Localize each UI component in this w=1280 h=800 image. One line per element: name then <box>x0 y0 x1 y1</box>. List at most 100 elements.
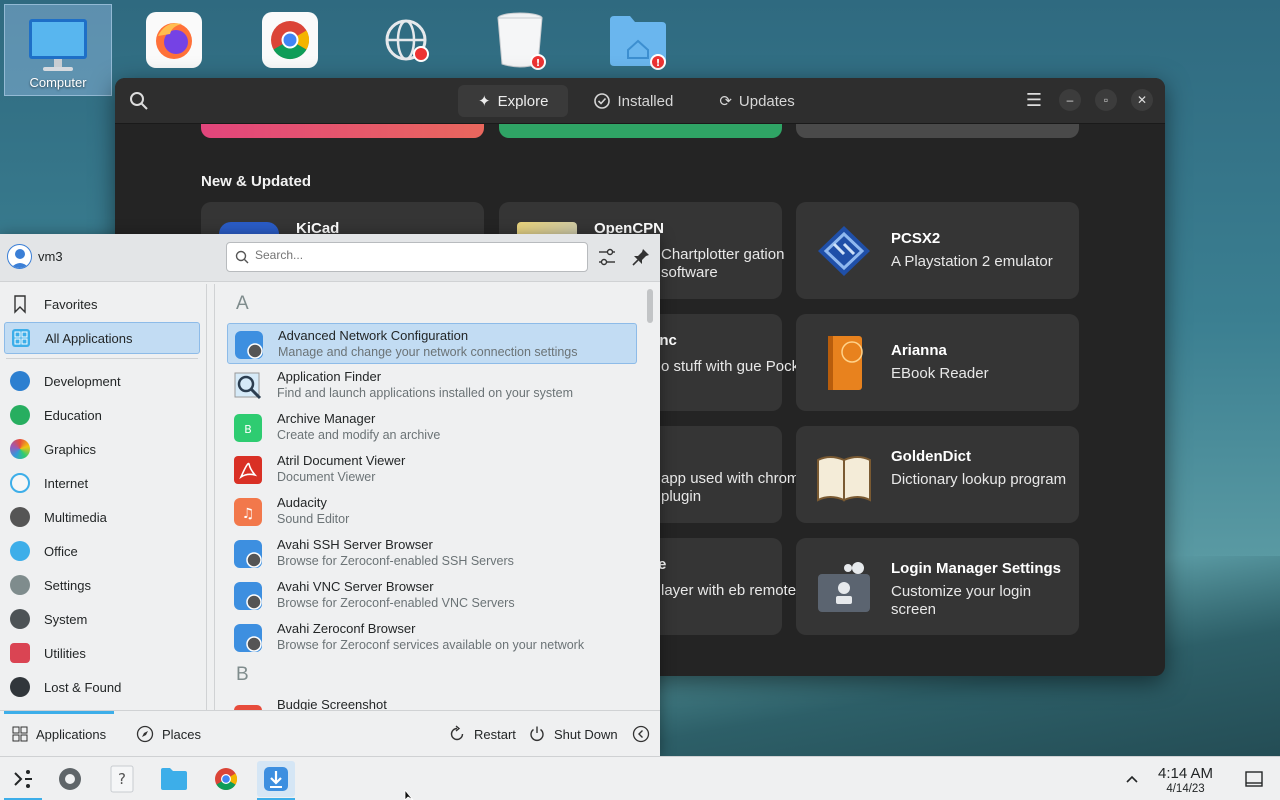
firefox-icon <box>146 12 202 68</box>
list-item-application-finder[interactable]: Application Finder Find and launch appli… <box>227 365 637 406</box>
audacity-icon: ♫ <box>234 498 262 526</box>
list-item-avahi-zeroconf[interactable]: Avahi Zeroconf Browser Browse for Zeroco… <box>227 617 637 658</box>
category-graphics[interactable]: Graphics <box>4 433 200 465</box>
grid-icon <box>12 329 30 347</box>
app-desc: Browse for Zeroconf-enabled SSH Servers <box>277 554 514 568</box>
category-system[interactable]: System <box>4 603 200 635</box>
taskbar-file-manager[interactable] <box>155 761 193 797</box>
category-label: Favorites <box>44 296 98 312</box>
app-name: Advanced Network Configuration <box>278 328 469 343</box>
category-education[interactable]: Education <box>4 399 200 431</box>
featured-banner[interactable] <box>499 124 782 138</box>
chrome-icon <box>262 12 318 68</box>
application-list: A Advanced Network Configuration Manage … <box>222 283 642 710</box>
launcher-header: vm3 <box>0 234 660 282</box>
svg-text:?: ? <box>118 770 126 788</box>
pcsx2-icon <box>818 226 870 276</box>
featured-banner[interactable] <box>796 124 1079 138</box>
arianna-icon <box>828 336 863 390</box>
category-label: Development <box>44 373 121 389</box>
app-card-goldendict[interactable]: GoldenDict Dictionary lookup program <box>796 426 1079 523</box>
application-launcher-button[interactable] <box>4 761 42 800</box>
list-item-archive-manager[interactable]: B Archive Manager Create and modify an a… <box>227 407 637 448</box>
pin-icon[interactable] <box>630 246 652 268</box>
search-icon[interactable] <box>129 91 149 111</box>
home-folder-icon: ! <box>610 16 666 70</box>
list-item-audacity[interactable]: ♫ Audacity Sound Editor <box>227 491 637 532</box>
restart-button[interactable]: Restart <box>448 711 516 757</box>
tab-installed[interactable]: Installed <box>574 85 693 117</box>
digital-clock[interactable]: 4:14 AM 4/14/23 <box>1158 765 1213 795</box>
app-name: Atril Document Viewer <box>277 453 406 468</box>
app-card-pcsx2[interactable]: PCSX2 A Playstation 2 emulator <box>796 202 1079 299</box>
app-name: Budgie Screenshot <box>277 697 387 710</box>
section-title: New & Updated <box>201 173 312 190</box>
computer-icon <box>29 19 87 71</box>
category-label: Internet <box>44 475 89 491</box>
app-card-login-manager[interactable]: Login Manager Settings Customize your lo… <box>796 538 1079 635</box>
scrollbar[interactable] <box>647 289 653 323</box>
app-desc: Create and modify an archive <box>277 428 441 442</box>
shutdown-button[interactable]: Shut Down <box>528 711 618 757</box>
category-favorites[interactable]: Favorites <box>4 288 200 320</box>
chrome-icon <box>215 768 237 790</box>
app-desc: Manage and change your network connectio… <box>278 345 578 359</box>
tab-updates[interactable]: ⟳ Updates <box>699 85 814 117</box>
list-item-budgie-screenshot[interactable]: Budgie Screenshot <box>227 693 637 710</box>
category-label: Multimedia <box>44 509 107 525</box>
category-multimedia[interactable]: Multimedia <box>4 501 200 533</box>
category-settings[interactable]: Settings <box>4 569 200 601</box>
minimize-button[interactable]: – <box>1059 89 1081 111</box>
app-name: Avahi SSH Server Browser <box>277 537 433 552</box>
featured-banner[interactable] <box>201 124 484 138</box>
app-name: Archive Manager <box>277 411 376 426</box>
category-lost-found[interactable]: Lost & Found <box>4 671 200 703</box>
goldendict-icon <box>817 456 871 502</box>
system-icon <box>10 609 30 629</box>
tab-label: Places <box>162 726 202 742</box>
divider <box>6 358 198 359</box>
app-finder-icon <box>234 372 262 400</box>
app-name: Avahi Zeroconf Browser <box>277 621 416 636</box>
category-list: Favorites All Applications Development E… <box>0 283 204 710</box>
app-card-desc: Customize your login screen <box>891 583 1032 618</box>
tab-applications[interactable]: Applications <box>4 711 115 757</box>
avatar[interactable] <box>7 244 32 269</box>
app-card-name: GoldenDict <box>891 448 972 465</box>
tab-explore[interactable]: ✦ Explore <box>458 85 569 117</box>
taskbar-chrome[interactable] <box>207 761 245 797</box>
taskbar-software-center[interactable] <box>257 761 295 800</box>
category-all-applications[interactable]: All Applications <box>4 322 200 354</box>
menu-icon[interactable]: ☰ <box>1023 89 1045 111</box>
maximize-button[interactable]: ▫ <box>1095 89 1117 111</box>
taskbar-system-settings[interactable] <box>51 761 89 797</box>
chevron-up-icon[interactable] <box>1124 771 1140 787</box>
section-letter: B <box>236 664 249 685</box>
search-field[interactable] <box>226 242 588 272</box>
close-button[interactable]: ✕ <box>1131 89 1153 111</box>
tab-label: Installed <box>617 92 674 110</box>
category-label: Graphics <box>44 441 97 457</box>
list-item-avahi-ssh[interactable]: Avahi SSH Server Browser Browse for Zero… <box>227 533 637 574</box>
grid-icon <box>12 726 28 742</box>
desktop-icon-computer[interactable]: Computer <box>4 4 112 96</box>
check-icon <box>594 93 611 109</box>
list-item-avahi-vnc[interactable]: Avahi VNC Server Browser Browse for Zero… <box>227 575 637 616</box>
search-input[interactable] <box>255 248 575 262</box>
taskbar-help[interactable]: ? <box>103 761 141 797</box>
compass-icon <box>136 725 154 743</box>
tab-places[interactable]: Places <box>136 711 201 757</box>
office-icon <box>10 541 30 561</box>
app-card-arianna[interactable]: Arianna EBook Reader <box>796 314 1079 411</box>
list-item-atril[interactable]: Atril Document Viewer Document Viewer <box>227 449 637 490</box>
category-office[interactable]: Office <box>4 535 200 567</box>
category-development[interactable]: Development <box>4 365 200 397</box>
list-item-advanced-network[interactable]: Advanced Network Configuration Manage an… <box>227 323 637 364</box>
configure-icon[interactable] <box>596 246 618 268</box>
leave-more-button[interactable] <box>632 711 650 757</box>
category-utilities[interactable]: Utilities <box>4 637 200 669</box>
category-internet[interactable]: Internet <box>4 467 200 499</box>
internet-icon <box>10 473 30 493</box>
app-desc: Browse for Zeroconf-enabled VNC Servers <box>277 596 515 610</box>
show-desktop-icon[interactable] <box>1244 769 1264 789</box>
